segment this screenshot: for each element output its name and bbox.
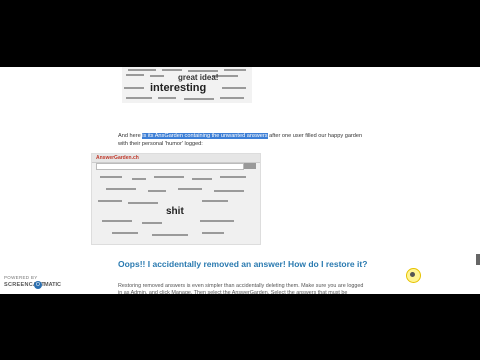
cloud-word bbox=[126, 74, 144, 76]
cloud-word bbox=[98, 200, 122, 202]
cloud-word bbox=[100, 176, 122, 178]
cloud-word bbox=[154, 176, 184, 178]
cloud-word bbox=[150, 75, 164, 77]
section-body: Restoring removed answers is even simple… bbox=[118, 283, 364, 294]
cloud-word bbox=[128, 202, 158, 204]
cloud-word bbox=[126, 97, 152, 99]
watermark-line1: POWERED BY bbox=[4, 275, 38, 280]
cloud-word bbox=[142, 222, 162, 224]
cloud-word bbox=[222, 87, 246, 89]
cloud-word bbox=[224, 69, 246, 71]
cloud-word bbox=[202, 232, 224, 234]
section-heading: Oops!! I accidentally removed an answer!… bbox=[118, 259, 368, 269]
webpage: great idea! interesting And here is its … bbox=[0, 67, 480, 294]
shot-header: AnswerGarden.ch bbox=[92, 154, 260, 163]
word-cloud-image: great idea! interesting bbox=[122, 67, 252, 103]
cloud-word bbox=[220, 176, 246, 178]
watermark-line3: MATIC bbox=[44, 282, 62, 288]
cloud-word bbox=[124, 87, 144, 89]
cloud-word bbox=[112, 232, 138, 234]
cloud-word bbox=[214, 190, 244, 192]
scrollbar-thumb[interactable] bbox=[476, 254, 480, 265]
letterbox-bottom bbox=[0, 294, 480, 360]
cloud-word bbox=[132, 178, 146, 180]
cloud-word bbox=[178, 188, 202, 190]
cloud-word bbox=[162, 69, 182, 71]
cloud-word bbox=[202, 200, 228, 202]
cloud-word bbox=[188, 70, 218, 72]
mouse-pointer-icon bbox=[410, 272, 415, 277]
cloud-word bbox=[200, 220, 234, 222]
cloud-word bbox=[128, 69, 156, 71]
shot-submit bbox=[244, 163, 256, 169]
cloud-word bbox=[220, 97, 244, 99]
cloud-word-interesting: interesting bbox=[150, 82, 207, 94]
cloud-word-big: shit bbox=[166, 206, 184, 217]
cloud-word bbox=[148, 190, 166, 192]
cloud-word bbox=[106, 188, 136, 190]
cloud-word bbox=[152, 234, 188, 236]
shot-logo: AnswerGarden.ch bbox=[96, 155, 139, 161]
paragraph: And here is its AnsGarden containing the… bbox=[118, 132, 368, 148]
cloud-word bbox=[102, 220, 132, 222]
paragraph-pre: And here bbox=[118, 133, 143, 139]
shot-search-box bbox=[96, 163, 244, 170]
screencast-watermark: POWERED BY SCREENCAST O MATIC bbox=[2, 273, 62, 291]
cloud-word-great-idea: great idea! bbox=[178, 73, 219, 82]
letterbox-top bbox=[0, 0, 480, 67]
video-frame: great idea! interesting And here is its … bbox=[0, 0, 480, 360]
answergarden-link[interactable]: is its AnsGarden containing the unwanted… bbox=[142, 133, 268, 139]
cloud-word bbox=[158, 97, 176, 99]
cloud-word bbox=[192, 178, 212, 180]
cloud-word bbox=[184, 98, 214, 100]
answergarden-screenshot: AnswerGarden.ch shit bbox=[91, 153, 261, 245]
watermark-record-icon: O bbox=[34, 281, 42, 289]
